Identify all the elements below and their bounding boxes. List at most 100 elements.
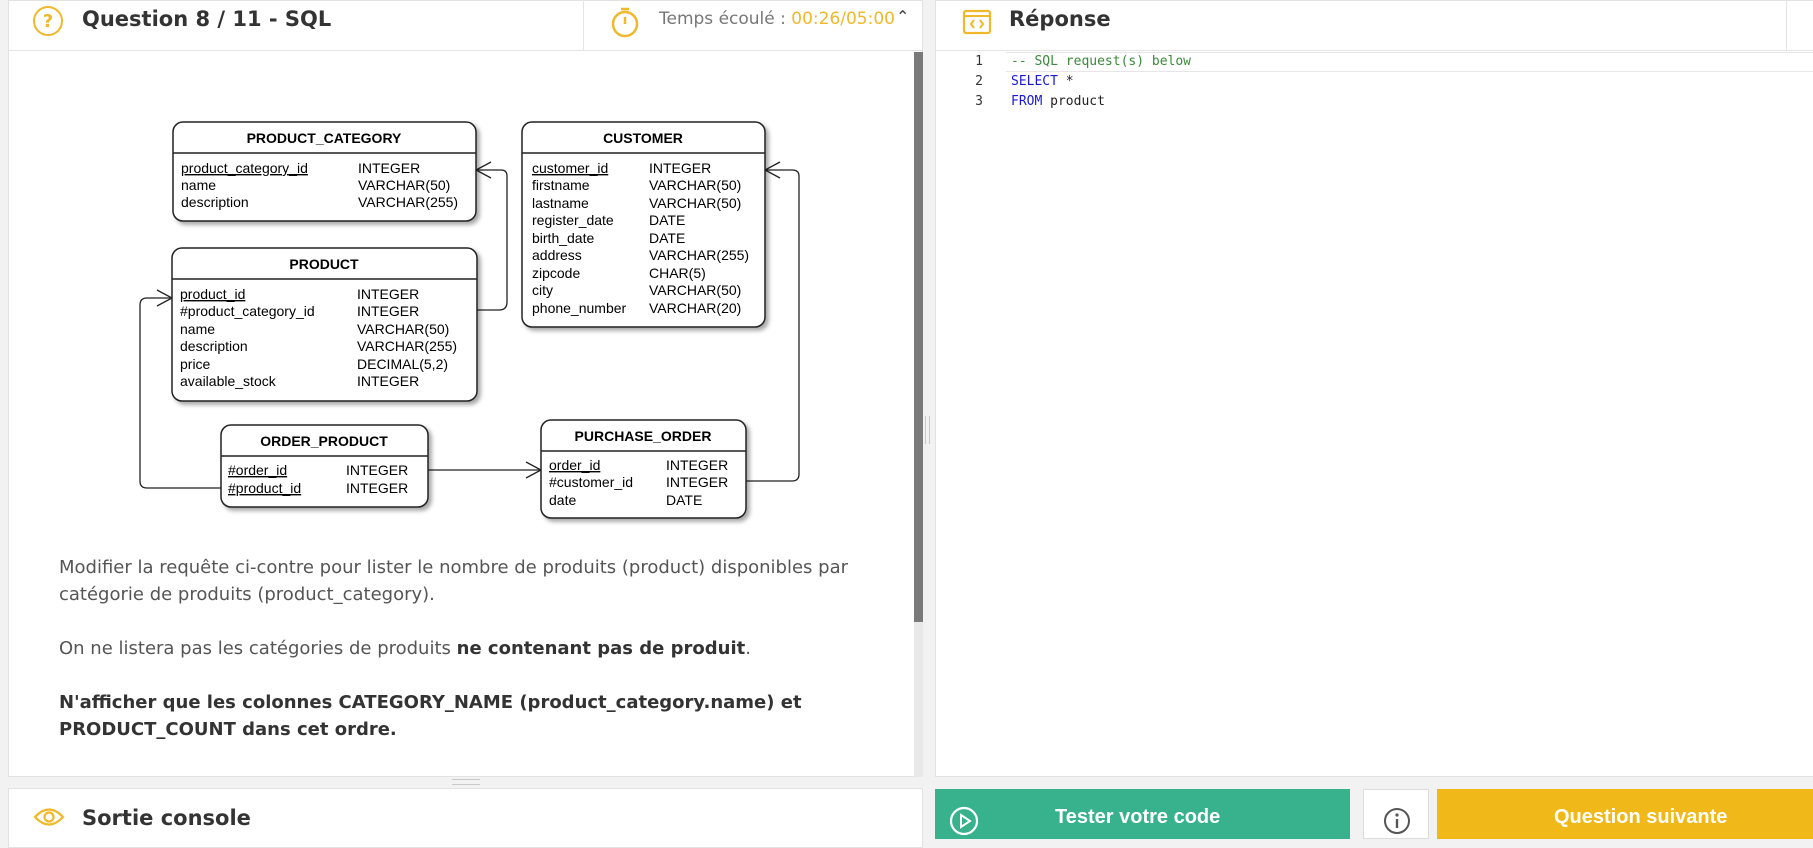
sql-code-editor[interactable]: 1 -- SQL request(s) below 2 SELECT * 3 F… [936,52,1813,776]
vertical-resize-handle[interactable] [925,416,930,444]
timer-label: Temps écoulé : [659,9,792,29]
header-divider [1786,1,1787,51]
column-type: CHAR(5) [649,265,706,281]
console-panel[interactable]: Sortie console [8,788,923,848]
info-button[interactable] [1363,789,1429,839]
console-title: Sortie console [82,806,251,830]
column-name: price [180,356,211,372]
code-keyword: SELECT [1011,74,1058,89]
line-number: 3 [975,94,983,109]
column-name: name [180,321,215,337]
instruction-emphasis: N'afficher que les colonnes CATEGORY_NAM… [59,692,802,740]
code-text: * [1057,74,1074,89]
column-type: INTEGER [357,373,419,389]
table-product-category: PRODUCT_CATEGORY product_category_id INT… [172,121,477,222]
column-name: phone_number [532,300,627,316]
table-title: PRODUCT [289,256,359,272]
column-type: VARCHAR(50) [649,177,741,193]
column-name: address [532,247,582,263]
column-type: VARCHAR(50) [649,195,741,211]
question-header: ? Question 8 / 11 - SQL Temps écoulé : 0… [9,1,922,51]
timer[interactable]: Temps écoulé : 00:26/05:00 ⌃ [583,1,924,51]
column-name: order_id [549,457,600,473]
column-type: DATE [649,230,685,246]
horizontal-resize-handle[interactable] [452,779,480,785]
code-line[interactable]: 3 FROM product [936,92,1813,112]
timer-value: 00:26/05:00 [791,9,895,29]
column-name: available_stock [180,373,277,389]
column-type: INTEGER [649,160,711,176]
column-name: product_category_id [181,160,308,176]
column-type: DECIMAL(5,2) [357,356,448,372]
column-type: INTEGER [358,160,420,176]
instruction-paragraph: N'afficher que les colonnes CATEGORY_NAM… [59,689,879,743]
code-line[interactable]: 2 SELECT * [936,72,1813,92]
column-type: INTEGER [346,480,408,496]
column-name: #order_id [228,462,287,478]
column-type: DATE [666,492,702,508]
column-type: VARCHAR(20) [649,300,741,316]
table-customer: CUSTOMER customer_id INTEGER firstname V… [521,121,766,328]
next-question-button[interactable]: Question suivante [1437,789,1813,839]
table-order-product: ORDER_PRODUCT #order_id INTEGER #product… [220,424,429,508]
chevron-up-icon[interactable]: ⌃ [896,7,909,26]
question-title: Question 8 / 11 - SQL [82,7,332,31]
table-title: PURCHASE_ORDER [575,428,712,444]
column-name: description [181,194,249,210]
code-keyword: FROM [1011,94,1043,109]
code-line[interactable]: 1 -- SQL request(s) below [936,52,1813,72]
table-title: CUSTOMER [603,130,683,146]
connector-product-category [476,169,508,311]
column-name: date [549,492,576,508]
line-number: 2 [975,74,983,89]
play-circle-icon [949,806,979,836]
column-name: register_date [532,212,614,228]
response-panel: Réponse 1 -- SQL request(s) below 2 SELE… [935,0,1813,777]
table-product: PRODUCT product_id INTEGER #product_cate… [171,247,478,402]
question-panel: ? Question 8 / 11 - SQL Temps écoulé : 0… [8,0,923,777]
column-name: name [181,177,216,193]
column-type: INTEGER [357,303,419,319]
column-name: #customer_id [549,474,633,490]
column-type: VARCHAR(255) [358,194,458,210]
instruction-text: . [745,638,751,659]
table-title: PRODUCT_CATEGORY [247,130,402,146]
column-name: #product_category_id [180,303,315,319]
column-name: zipcode [532,265,580,281]
info-icon [1384,808,1410,834]
scrollbar-thumb[interactable] [914,52,923,622]
column-type: INTEGER [357,286,419,302]
question-content: PRODUCT_CATEGORY product_category_id INT… [9,52,914,777]
column-type: VARCHAR(50) [649,282,741,298]
column-name: product_id [180,286,245,302]
table-title: ORDER_PRODUCT [260,433,388,449]
question-circle-icon: ? [33,6,63,36]
column-name: lastname [532,195,589,211]
column-name: #product_id [228,480,301,496]
eye-icon [33,808,65,826]
column-type: VARCHAR(50) [358,177,450,193]
column-name: firstname [532,177,590,193]
column-name: birth_date [532,230,594,246]
instructions: Modifier la requête ci-contre pour liste… [59,554,879,770]
instruction-paragraph: On ne listera pas les catégories de prod… [59,635,879,662]
column-type: INTEGER [346,462,408,478]
column-type: DATE [649,212,685,228]
code-text: product [1042,94,1105,109]
line-number: 1 [975,54,983,69]
instruction-emphasis: ne contenant pas de produit [456,638,746,659]
code-brackets-icon [962,9,992,35]
column-type: VARCHAR(255) [649,247,749,263]
next-question-label: Question suivante [1554,806,1728,828]
column-type: INTEGER [666,474,728,490]
stopwatch-icon [611,7,639,38]
instruction-paragraph: Modifier la requête ci-contre pour liste… [59,557,849,605]
column-name: city [532,282,553,298]
instruction-text: On ne listera pas les catégories de prod… [59,638,457,659]
column-name: customer_id [532,160,608,176]
code-comment: -- SQL request(s) below [1011,54,1192,69]
test-code-button[interactable]: Tester votre code [935,789,1350,839]
column-type: INTEGER [666,457,728,473]
database-schema-diagram: PRODUCT_CATEGORY product_category_id INT… [139,121,800,519]
response-title: Réponse [1009,7,1111,31]
